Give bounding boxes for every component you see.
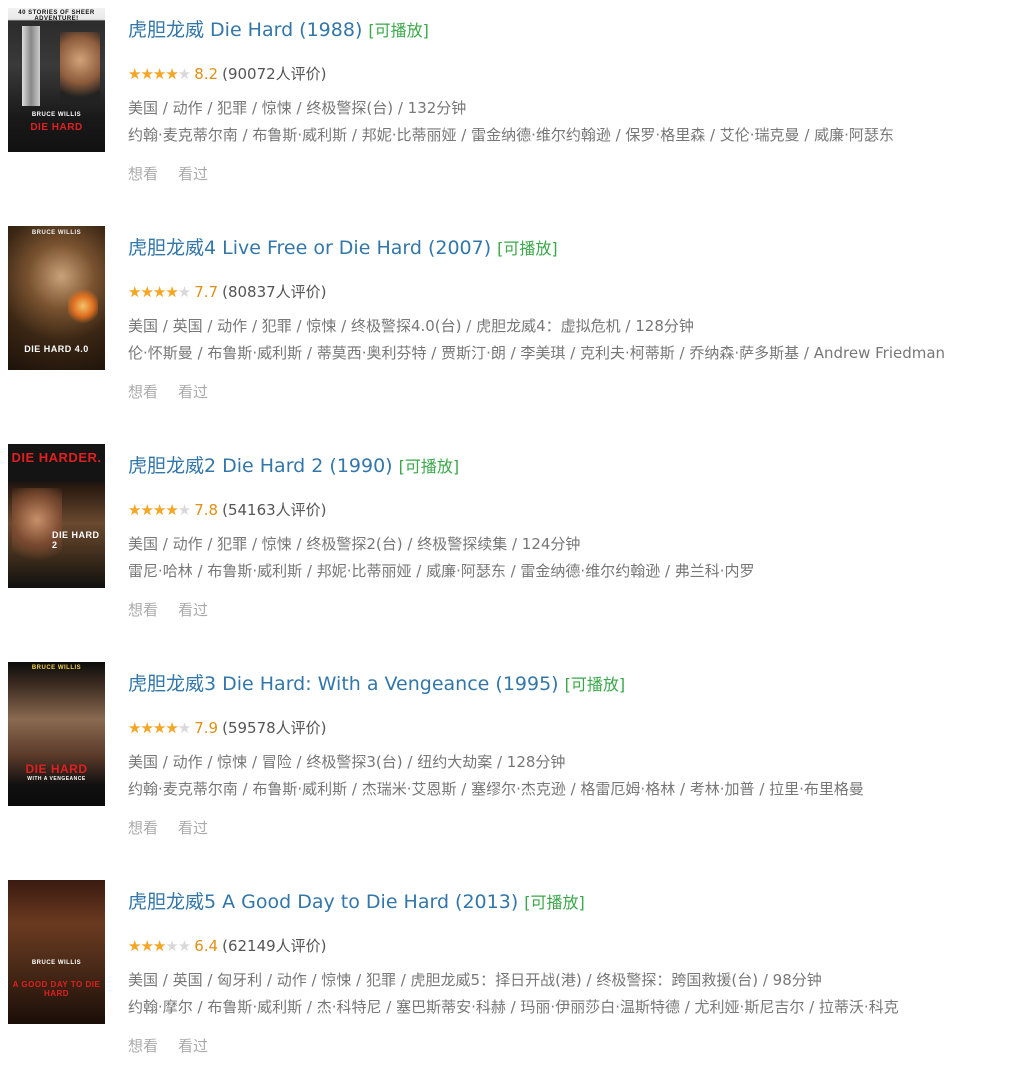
poster-explosion-graphic bbox=[68, 286, 98, 326]
title-row: 虎胆龙威5 A Good Day to Die Hard (2013) [可播放] bbox=[128, 890, 585, 915]
movie-poster[interactable]: 40 STORIES OF SHEER ADVENTURE! BRUCE WIL… bbox=[8, 8, 105, 152]
movie-actions: 想看 看过 bbox=[128, 382, 228, 402]
want-to-watch-button[interactable]: 想看 bbox=[128, 1037, 158, 1055]
rating-row: ★★★★★★★★★★7.7(80837人评价) bbox=[128, 282, 327, 302]
movie-cast: 伦·怀斯曼 / 布鲁斯·威利斯 / 蒂莫西·奥利芬特 / 贾斯汀·朗 / 李美琪… bbox=[128, 344, 946, 362]
movie-meta: 美国 / 英国 / 匈牙利 / 动作 / 惊悚 / 犯罪 / 虎胆龙威5：择日开… bbox=[128, 971, 822, 989]
rating-score: 7.8 bbox=[194, 501, 219, 519]
poster-bottom-text: DIE HARD 2 bbox=[52, 530, 100, 550]
title-row: 虎胆龙威4 Live Free or Die Hard (2007) [可播放] bbox=[128, 236, 558, 261]
movie-item: 40 STORIES OF SHEER ADVENTURE! BRUCE WIL… bbox=[8, 8, 1024, 208]
movie-title-link[interactable]: 虎胆龙威2 Die Hard 2 (1990) bbox=[128, 455, 393, 477]
want-to-watch-button[interactable]: 想看 bbox=[128, 383, 158, 401]
rating-score: 6.4 bbox=[194, 937, 219, 955]
movie-meta: 美国 / 动作 / 惊悚 / 冒险 / 终极警探3(台) / 纽约大劫案 / 1… bbox=[128, 753, 566, 771]
movie-cast: 雷尼·哈林 / 布鲁斯·威利斯 / 邦妮·比蒂丽娅 / 威廉·阿瑟东 / 雷金纳… bbox=[128, 562, 755, 580]
movie-poster[interactable]: BRUCE WILLIS DIE HARD 4.0 bbox=[8, 226, 105, 370]
poster-byline: BRUCE WILLIS bbox=[31, 112, 82, 118]
movie-item: DIE HARDER. DIE HARD 2 虎胆龙威2 Die Hard 2 … bbox=[8, 444, 1024, 644]
watched-button[interactable]: 看过 bbox=[178, 819, 208, 837]
poster-bottom-text: DIE HARD 4.0 bbox=[24, 344, 89, 354]
playable-link[interactable]: [可播放] bbox=[497, 239, 558, 258]
poster-top-text: DIE HARDER. bbox=[11, 450, 102, 465]
rating-row: ★★★★★★★★★★7.9(59578人评价) bbox=[128, 718, 327, 738]
star-rating-icon: ★★★★★★★★★★ bbox=[128, 719, 191, 737]
poster-bottom-text: DIE HARD bbox=[25, 762, 88, 776]
movie-cast: 约翰·麦克蒂尔南 / 布鲁斯·威利斯 / 邦妮·比蒂丽娅 / 雷金纳德·维尔约翰… bbox=[128, 126, 894, 144]
movie-cast: 约翰·麦克蒂尔南 / 布鲁斯·威利斯 / 杰瑞米·艾恩斯 / 塞缪尔·杰克逊 /… bbox=[128, 780, 864, 798]
poster-top-text: BRUCE WILLIS bbox=[31, 230, 82, 236]
star-rating-icon: ★★★★★★★★★★ bbox=[128, 283, 191, 301]
playable-link[interactable]: [可播放] bbox=[399, 457, 460, 476]
movie-item: BRUCE WILLIS DIE HARD 4.0 虎胆龙威4 Live Fre… bbox=[8, 226, 1024, 426]
playable-link[interactable]: [可播放] bbox=[524, 893, 585, 912]
want-to-watch-button[interactable]: 想看 bbox=[128, 601, 158, 619]
movie-poster[interactable]: BRUCE WILLIS A GOOD DAY TO DIE HARD bbox=[8, 880, 105, 1024]
star-rating-icon: ★★★★★★★★★★ bbox=[128, 65, 191, 83]
movie-poster[interactable]: DIE HARDER. DIE HARD 2 bbox=[8, 444, 105, 588]
playable-link[interactable]: [可播放] bbox=[368, 21, 429, 40]
poster-top-text: 40 STORIES OF SHEER ADVENTURE! bbox=[18, 10, 95, 22]
movie-actions: 想看 看过 bbox=[128, 818, 228, 838]
watched-button[interactable]: 看过 bbox=[178, 601, 208, 619]
movie-meta: 美国 / 动作 / 犯罪 / 惊悚 / 终极警探2(台) / 终极警探续集 / … bbox=[128, 535, 581, 553]
movie-item: BRUCE WILLIS A GOOD DAY TO DIE HARD 虎胆龙威… bbox=[8, 880, 1024, 1080]
want-to-watch-button[interactable]: 想看 bbox=[128, 819, 158, 837]
watched-button[interactable]: 看过 bbox=[178, 1037, 208, 1055]
movie-item: BRUCE WILLIS DIE HARD WITH A VENGEANCE 虎… bbox=[8, 662, 1024, 862]
rating-row: ★★★★★★★★★★8.2(90072人评价) bbox=[128, 64, 327, 84]
rating-row: ★★★★★★★★★★6.4(62149人评价) bbox=[128, 936, 327, 956]
poster-top-text: BRUCE WILLIS bbox=[31, 960, 82, 966]
rating-score: 7.7 bbox=[194, 283, 219, 301]
watched-button[interactable]: 看过 bbox=[178, 165, 208, 183]
rating-votes: (90072人评价) bbox=[222, 65, 327, 83]
movie-title-link[interactable]: 虎胆龙威 Die Hard (1988) bbox=[128, 19, 362, 41]
movie-title-link[interactable]: 虎胆龙威3 Die Hard: With a Vengeance (1995) bbox=[128, 673, 559, 695]
movie-actions: 想看 看过 bbox=[128, 1036, 228, 1056]
poster-face-graphic bbox=[60, 32, 100, 102]
movie-poster[interactable]: BRUCE WILLIS DIE HARD WITH A VENGEANCE bbox=[8, 662, 105, 806]
title-row: 虎胆龙威 Die Hard (1988) [可播放] bbox=[128, 18, 429, 43]
rating-score: 7.9 bbox=[194, 719, 219, 737]
rating-votes: (80837人评价) bbox=[222, 283, 327, 301]
poster-tower-graphic bbox=[22, 26, 40, 106]
rating-votes: (54163人评价) bbox=[222, 501, 327, 519]
movie-cast: 约翰·摩尔 / 布鲁斯·威利斯 / 杰·科特尼 / 塞巴斯蒂安·科赫 / 玛丽·… bbox=[128, 998, 899, 1016]
poster-byline: WITH A VENGEANCE bbox=[27, 776, 86, 782]
playable-link[interactable]: [可播放] bbox=[565, 675, 626, 694]
poster-top-text: BRUCE WILLIS bbox=[31, 665, 82, 671]
rating-votes: (62149人评价) bbox=[222, 937, 327, 955]
movie-meta: 美国 / 动作 / 犯罪 / 惊悚 / 终极警探(台) / 132分钟 bbox=[128, 99, 467, 117]
rating-votes: (59578人评价) bbox=[222, 719, 327, 737]
movie-title-link[interactable]: 虎胆龙威4 Live Free or Die Hard (2007) bbox=[128, 237, 491, 259]
rating-row: ★★★★★★★★★★7.8(54163人评价) bbox=[128, 500, 327, 520]
want-to-watch-button[interactable]: 想看 bbox=[128, 165, 158, 183]
title-row: 虎胆龙威2 Die Hard 2 (1990) [可播放] bbox=[128, 454, 459, 479]
movie-meta: 美国 / 英国 / 动作 / 犯罪 / 惊悚 / 终极警探4.0(台) / 虎胆… bbox=[128, 317, 694, 335]
movie-actions: 想看 看过 bbox=[128, 600, 228, 620]
title-row: 虎胆龙威3 Die Hard: With a Vengeance (1995) [… bbox=[128, 672, 625, 697]
watched-button[interactable]: 看过 bbox=[178, 383, 208, 401]
movie-title-link[interactable]: 虎胆龙威5 A Good Day to Die Hard (2013) bbox=[128, 891, 518, 913]
rating-score: 8.2 bbox=[194, 65, 219, 83]
movie-actions: 想看 看过 bbox=[128, 164, 228, 184]
poster-face-graphic bbox=[12, 488, 62, 568]
poster-bottom-text: DIE HARD bbox=[30, 122, 83, 133]
star-rating-icon: ★★★★★★★★★★ bbox=[128, 937, 191, 955]
star-rating-icon: ★★★★★★★★★★ bbox=[128, 501, 191, 519]
poster-bottom-text: A GOOD DAY TO DIE HARD bbox=[12, 980, 101, 998]
